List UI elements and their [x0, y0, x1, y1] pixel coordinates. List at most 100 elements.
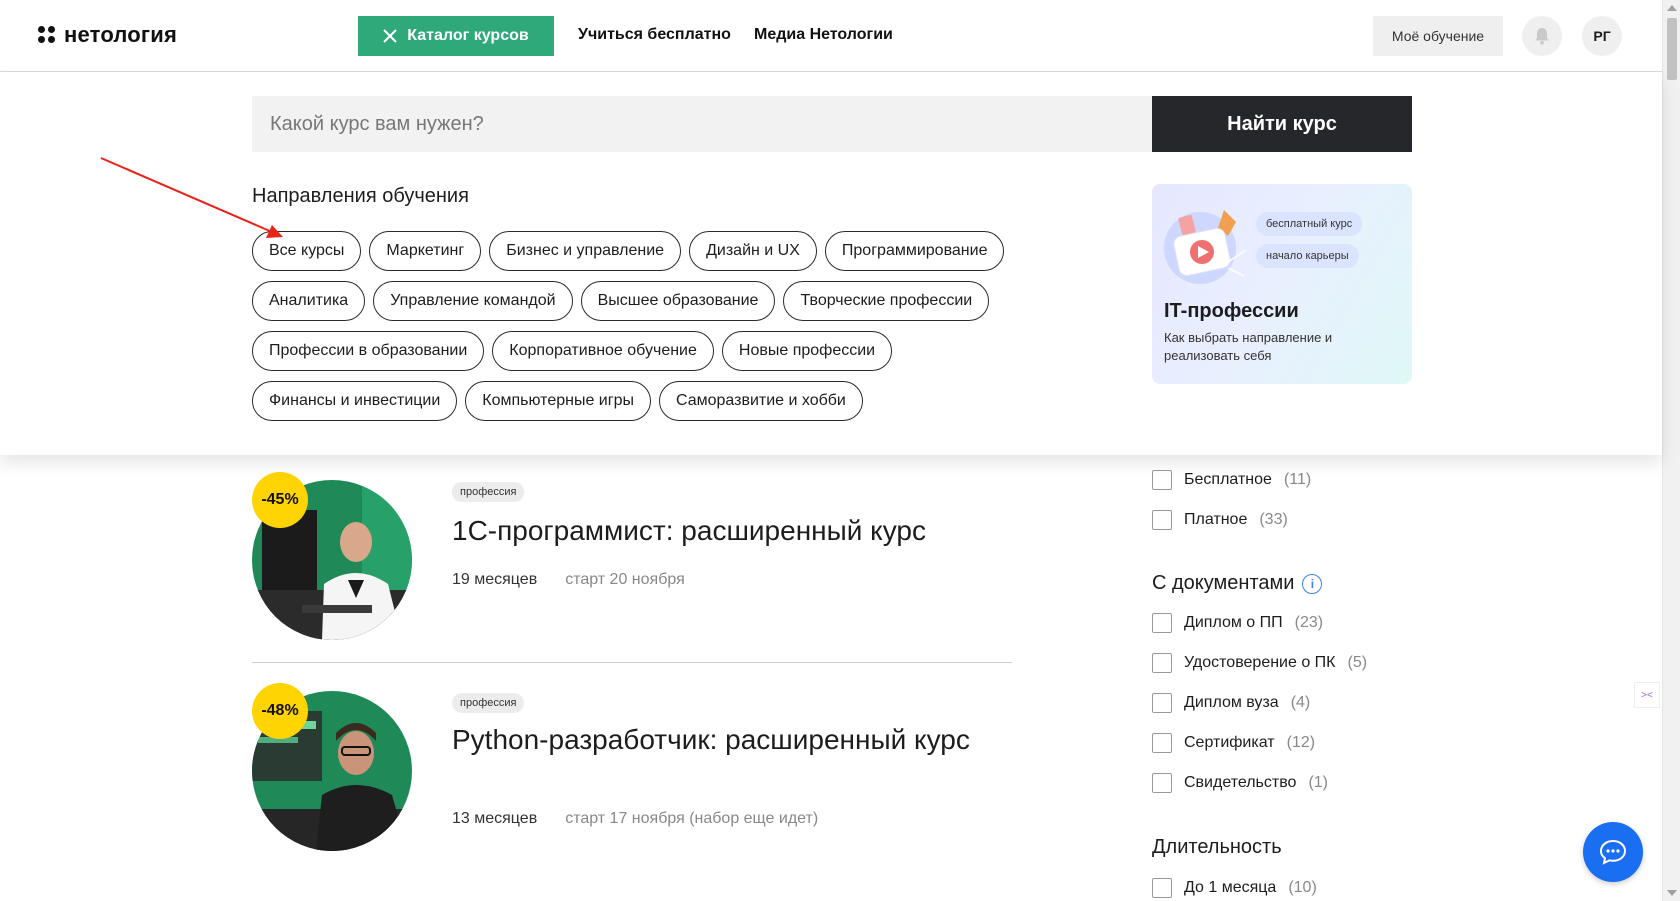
promo-description: Как выбрать направление и реализовать се…: [1164, 330, 1333, 363]
course-start: старт 20 ноября: [565, 571, 685, 588]
notifications-button[interactable]: [1522, 16, 1562, 56]
checkbox[interactable]: [1152, 613, 1172, 633]
video-play-illustration-icon: [1164, 210, 1247, 284]
catalog-dropdown: Найти курс Направления обучения Все курс…: [0, 72, 1662, 455]
logo-icon: [38, 26, 56, 44]
course-type-tag: профессия: [452, 482, 525, 502]
filter-count: (5): [1347, 654, 1368, 671]
filter-label: Бесплатное: [1184, 471, 1272, 488]
course-duration: 13 месяцев: [452, 810, 538, 827]
chip-education-professions[interactable]: Профессии в образовании: [252, 331, 485, 371]
course-search-input[interactable]: [252, 96, 1152, 152]
find-course-button[interactable]: Найти курс: [1152, 96, 1412, 152]
discount-badge: -45%: [252, 472, 308, 528]
catalog-button-label: Каталог курсов: [407, 27, 529, 44]
chip-business[interactable]: Бизнес и управление: [489, 231, 682, 271]
close-icon: [383, 29, 398, 43]
checkbox[interactable]: [1152, 733, 1172, 753]
discount-badge: -48%: [252, 683, 308, 739]
promo-title: IT-профессии: [1164, 300, 1299, 322]
checkbox[interactable]: [1152, 878, 1172, 898]
logo-text: нетология: [64, 22, 178, 47]
filter-count: (10): [1288, 879, 1317, 896]
checkbox[interactable]: [1152, 510, 1172, 530]
directions-title: Направления обучения: [252, 185, 469, 207]
chip-marketing[interactable]: Маркетинг: [369, 231, 482, 271]
filter-label: Платное: [1184, 511, 1248, 528]
course-card[interactable]: -45% профессия 1С-программист: расширенн…: [252, 452, 1012, 662]
filter-count: (11): [1283, 471, 1312, 488]
chip-finance[interactable]: Финансы и инвестиции: [252, 381, 458, 421]
chip-new-professions[interactable]: Новые профессии: [721, 331, 893, 371]
course-title[interactable]: 1С-программист: расширенный курс: [452, 514, 992, 548]
side-widget-icon[interactable]: ><: [1634, 682, 1660, 708]
filter-heading-label: С документами: [1152, 572, 1295, 594]
filter-label: Удостоверение о ПК: [1184, 654, 1336, 671]
promo-card-it-professions[interactable]: бесплатный курс начало карьеры IT-профес…: [1152, 184, 1412, 384]
my-learning-button[interactable]: Моё обучение: [1373, 16, 1503, 56]
checkbox[interactable]: [1152, 653, 1172, 673]
filter-doc-attestation[interactable]: Свидетельство (1): [1152, 773, 1328, 793]
filter-doc-university-diploma[interactable]: Диплом вуза (4): [1152, 693, 1310, 713]
chip-analytics[interactable]: Аналитика: [252, 281, 366, 321]
filter-count: (23): [1294, 614, 1324, 631]
promo-badge-career-start: начало карьеры: [1256, 244, 1359, 268]
chip-self-development[interactable]: Саморазвитие и хобби: [658, 381, 863, 421]
filter-doc-diploma-pp[interactable]: Диплом о ПП (23): [1152, 613, 1323, 633]
filter-doc-certificate[interactable]: Сертификат (12): [1152, 733, 1315, 753]
chip-row: Профессии в образовании Корпоративное об…: [252, 331, 1052, 371]
filter-heading-label: Длительность: [1152, 836, 1282, 858]
chat-icon: [1599, 839, 1627, 865]
scrollbar[interactable]: [1662, 0, 1680, 901]
scroll-up-arrow-icon[interactable]: [1667, 5, 1677, 11]
chip-programming[interactable]: Программирование: [824, 231, 1005, 271]
filter-label: Диплом вуза: [1184, 694, 1279, 711]
filter-label: Сертификат: [1184, 734, 1275, 751]
chip-row: Аналитика Управление командой Высшее обр…: [252, 281, 1052, 321]
chip-row: Все курсы Маркетинг Бизнес и управление …: [252, 231, 1052, 271]
filter-paid[interactable]: Платное (33): [1152, 510, 1288, 530]
avatar[interactable]: РГ: [1582, 16, 1622, 56]
course-title[interactable]: Python-разработчик: расширенный курс: [452, 723, 992, 757]
chip-design-ux[interactable]: Дизайн и UX: [689, 231, 817, 271]
filter-count: (33): [1259, 511, 1288, 528]
filter-doc-certificate-pk[interactable]: Удостоверение о ПК (5): [1152, 653, 1367, 673]
page: нетология Каталог курсов Учиться бесплат…: [0, 0, 1680, 901]
checkbox[interactable]: [1152, 693, 1172, 713]
checkbox[interactable]: [1152, 773, 1172, 793]
scrollbar-thumb[interactable]: [1667, 18, 1677, 80]
filter-label: До 1 месяца: [1184, 879, 1277, 896]
scroll-down-arrow-icon[interactable]: [1667, 890, 1677, 896]
site-header: нетология Каталог курсов Учиться бесплат…: [0, 0, 1662, 72]
chip-games[interactable]: Компьютерные игры: [465, 381, 651, 421]
filter-free[interactable]: Бесплатное (11): [1152, 470, 1311, 490]
filter-heading-documents: С документами i: [1152, 572, 1323, 595]
chip-all-courses[interactable]: Все курсы: [252, 231, 362, 271]
filter-duration-1-month[interactable]: До 1 месяца (10): [1152, 878, 1317, 898]
chip-team-management[interactable]: Управление командой: [373, 281, 573, 321]
chip-row: Финансы и инвестиции Компьютерные игры С…: [252, 381, 1052, 421]
course-meta: 13 месяцев старт 17 ноября (набор еще ид…: [452, 810, 818, 828]
filter-label: Свидетельство: [1184, 774, 1297, 791]
chip-higher-education[interactable]: Высшее образование: [580, 281, 776, 321]
filter-count: (4): [1290, 694, 1311, 711]
filter-heading-duration: Длительность: [1152, 836, 1282, 859]
checkbox[interactable]: [1152, 470, 1172, 490]
logo[interactable]: нетология: [38, 22, 177, 48]
info-icon[interactable]: i: [1302, 573, 1323, 594]
nav-media[interactable]: Медиа Нетологии: [754, 26, 893, 44]
chip-creative[interactable]: Творческие профессии: [783, 281, 990, 321]
course-card[interactable]: -48% профессия Python-разработчик: расши…: [252, 663, 1012, 901]
filter-count: (1): [1308, 774, 1328, 791]
directions-chips: Все курсы Маркетинг Бизнес и управление …: [252, 231, 1052, 431]
course-start: старт 17 ноября (набор еще идет): [565, 810, 819, 827]
chip-corporate[interactable]: Корпоративное обучение: [492, 331, 714, 371]
promo-badge-free: бесплатный курс: [1256, 212, 1363, 236]
course-meta: 19 месяцев старт 20 ноября: [452, 571, 685, 589]
chat-button[interactable]: [1583, 822, 1643, 882]
filter-count: (12): [1286, 734, 1316, 751]
nav-learn-free[interactable]: Учиться бесплатно: [578, 26, 731, 44]
course-type-tag: профессия: [452, 693, 525, 713]
catalog-button[interactable]: Каталог курсов: [358, 16, 554, 56]
course-duration: 19 месяцев: [452, 571, 538, 588]
